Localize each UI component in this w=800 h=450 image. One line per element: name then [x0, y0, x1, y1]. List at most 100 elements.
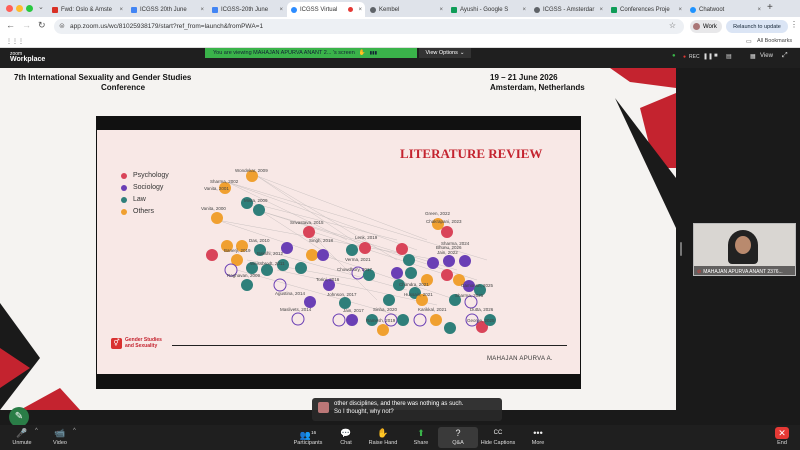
qa-button[interactable]: ? Q&A [438, 427, 478, 448]
close-window-icon[interactable] [6, 5, 13, 12]
browser-tab[interactable]: Chatwoot × [686, 2, 764, 17]
globe-icon [534, 6, 540, 13]
close-tab-icon[interactable]: × [439, 7, 443, 13]
node-label: George, 2025 [467, 318, 495, 323]
node-label: Chandra, 2021 [399, 282, 429, 287]
participants-button[interactable]: 👥16 Participants [288, 427, 328, 446]
view-options-button[interactable]: View Options ⌄ [419, 48, 471, 58]
globe-icon [370, 6, 376, 13]
fullscreen-icon[interactable]: ⤢ [782, 52, 788, 60]
close-tab-icon[interactable]: × [678, 7, 682, 13]
node-label: Verma, 2021 [345, 257, 371, 262]
url-input[interactable]: ⊜ app.zoom.us/wc/81025938179/start?ref_f… [54, 19, 684, 34]
chat-icon: 💬 [340, 428, 352, 438]
apps-grid-icon[interactable]: ⋮⋮⋮ [6, 38, 24, 45]
network-node [306, 249, 318, 261]
browser-tab[interactable]: Kembel × [366, 2, 446, 17]
raise-hand-button[interactable]: ✋ Raise Hand [363, 427, 403, 446]
divider [172, 345, 567, 346]
network-node [295, 262, 307, 274]
close-tab-icon[interactable]: × [757, 7, 761, 13]
node-label: Weissbrodt, 2011 [250, 261, 285, 266]
close-tab-icon[interactable]: × [200, 7, 204, 13]
reload-icon[interactable]: ↻ [38, 20, 46, 31]
record-icon[interactable]: ● [683, 54, 686, 60]
node-label: Karikkal, 2021 [418, 307, 447, 312]
network-node [317, 249, 329, 261]
speaker-avatar [318, 402, 329, 413]
node-label: Vanita, 2000 [201, 206, 226, 211]
browser-tab[interactable]: ICGSS-20th June × [208, 2, 286, 17]
profile-button[interactable]: Work [690, 20, 722, 33]
browser-tab-active[interactable]: ICGSS Virtual × [287, 2, 365, 17]
minimize-window-icon[interactable] [16, 5, 23, 12]
node-label: Sharma, 2024 [441, 241, 470, 246]
more-button[interactable]: ••• More [518, 427, 558, 446]
legend-psychology: Psychology [121, 172, 169, 179]
new-tab-icon[interactable]: + [767, 2, 773, 13]
share-screen-icon: ⬆ [417, 428, 425, 438]
participants-icon: 👥16 [299, 430, 317, 440]
hide-captions-button[interactable]: CC Hide Captions [478, 427, 518, 446]
bookmark-star-icon[interactable]: ☆ [669, 21, 676, 30]
legend-sociology: Sociology [121, 184, 163, 191]
close-tab-icon[interactable]: × [358, 7, 362, 13]
node-label: Dutta, 2026 [470, 307, 494, 312]
audio-level-icon: ▮▮▮ [369, 50, 378, 55]
close-tab-icon[interactable]: × [279, 7, 283, 13]
forward-icon[interactable]: → [22, 20, 31, 30]
end-button[interactable]: ✕ End [762, 427, 800, 446]
menu-dots-icon[interactable]: ⋮ [790, 20, 798, 29]
docs-icon [212, 6, 218, 13]
share-button[interactable]: ⬆ Share [401, 427, 441, 446]
network-node [441, 269, 453, 281]
browser-tab[interactable]: Fwd: Oslo & Amste × [48, 2, 126, 17]
all-bookmarks-link[interactable]: All Bookmarks [757, 38, 792, 44]
relaunch-button[interactable]: Relaunch to update [726, 20, 788, 33]
audio-options-chevron-icon[interactable]: ^ [35, 428, 38, 434]
annotate-pen-icon[interactable]: ✎ [9, 407, 29, 427]
network-node [377, 324, 389, 336]
pause-icon[interactable]: ❚❚ [703, 53, 713, 60]
network-node [427, 257, 439, 269]
video-options-chevron-icon[interactable]: ^ [73, 428, 76, 434]
node-label: Banerji, 2019 [224, 248, 251, 253]
panel-resize-handle[interactable] [680, 242, 682, 256]
network-node [413, 313, 427, 327]
node-label: Hussain, 2021 [404, 292, 433, 297]
close-tab-icon[interactable]: × [599, 7, 603, 13]
shared-screen: 7th International Sexuality and Gender S… [0, 68, 676, 410]
node-label: Vanita, 2001 [204, 186, 229, 191]
network-node [359, 242, 371, 254]
browser-tab[interactable]: ICGSS 20th June × [127, 2, 207, 17]
back-icon[interactable]: ← [6, 20, 15, 30]
view-button[interactable]: View [760, 53, 773, 59]
network-node [459, 255, 471, 267]
node-label: Sharma, 2025 [455, 293, 484, 298]
rec-label: REC [689, 54, 700, 60]
recording-indicator [348, 7, 353, 12]
chat-button[interactable]: 💬 Chat [326, 427, 366, 446]
close-tab-icon[interactable]: × [522, 7, 526, 13]
close-tab-icon[interactable]: × [119, 7, 123, 13]
stop-icon[interactable]: ■ [714, 53, 718, 59]
docs-icon [131, 6, 137, 13]
node-label: Torini, 2016 [316, 277, 340, 282]
captions-icon[interactable]: ▤ [726, 53, 732, 60]
literature-review-slide: Psychology Sociology Law Others LITERATU… [97, 130, 580, 374]
browser-tab[interactable]: Ayushi - Google S × [447, 2, 529, 17]
shield-icon[interactable]: ● [672, 53, 676, 59]
network-node [241, 279, 253, 291]
node-label: Ramesh, 2019 [366, 318, 396, 323]
zoom-logo: zoom Workplace [10, 51, 46, 63]
tab-search-icon[interactable]: ⌄ [38, 3, 44, 11]
node-label: Jain, 2017 [343, 308, 364, 313]
site-info-icon[interactable]: ⊜ [59, 22, 65, 30]
browser-tab[interactable]: ICGSS - Amsterdar × [530, 2, 606, 17]
browser-tab[interactable]: Conferences Proje × [607, 2, 685, 17]
legend-dot [121, 172, 127, 179]
view-grid-icon[interactable]: ▦ [750, 53, 756, 60]
network-node [346, 314, 358, 326]
maximize-window-icon[interactable] [26, 5, 33, 12]
participant-video[interactable]: ⊘ MAHAJAN APURVA ANANT 2376... [693, 223, 796, 276]
